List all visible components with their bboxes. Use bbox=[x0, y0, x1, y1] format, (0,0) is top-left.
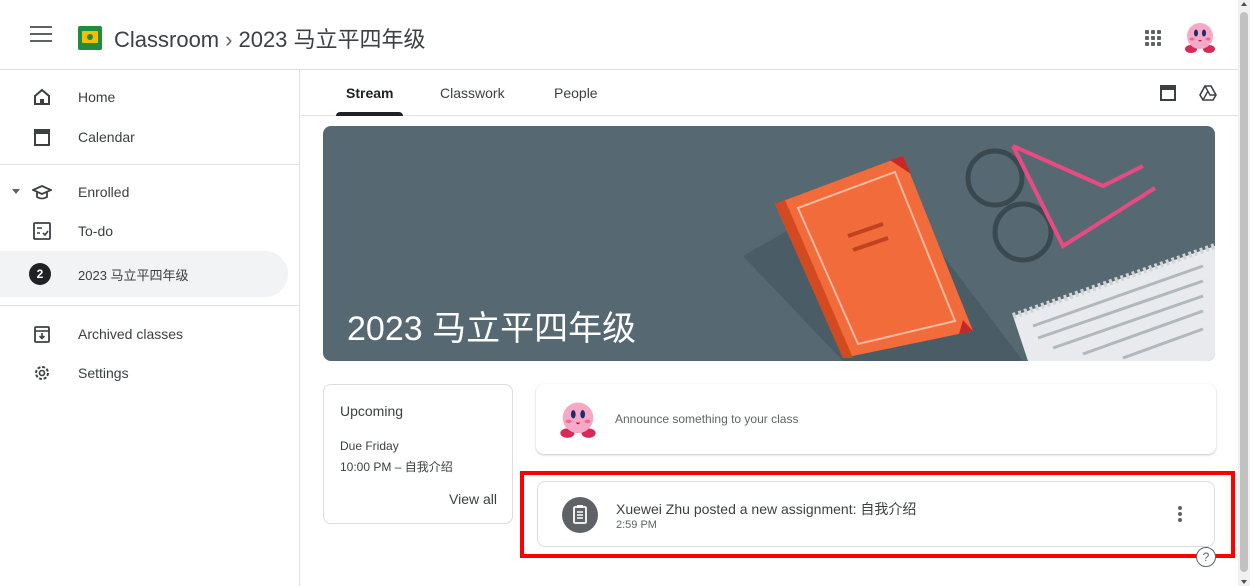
sidebar-item-label: Archived classes bbox=[78, 326, 184, 342]
sidebar-divider bbox=[0, 164, 300, 165]
sidebar-item-settings[interactable]: Settings bbox=[0, 350, 288, 396]
google-drive-icon[interactable] bbox=[1199, 84, 1217, 102]
breadcrumb-separator: › bbox=[225, 27, 233, 52]
scroll-up-icon[interactable] bbox=[1241, 2, 1247, 6]
help-icon[interactable]: ? bbox=[1196, 547, 1216, 567]
sidebar-divider bbox=[0, 305, 300, 306]
banner-title: 2023 马立平四年级 bbox=[347, 310, 637, 348]
breadcrumb: Classroom › 2023 马立平四年级 bbox=[114, 22, 426, 54]
sidebar-item-label: To-do bbox=[78, 223, 114, 239]
sidebar-item-class[interactable]: 2 2023 马立平四年级 bbox=[0, 251, 288, 297]
sidebar-item-calendar[interactable]: Calendar bbox=[0, 114, 288, 160]
upcoming-assignment-link[interactable]: 10:00 PM – 自我介绍 bbox=[340, 458, 453, 475]
class-tabs: Stream Classwork People bbox=[301, 70, 1238, 116]
top-app-bar: Classroom › 2023 马立平四年级 bbox=[0, 0, 1238, 70]
gear-icon bbox=[35, 366, 49, 380]
tab-stream[interactable]: Stream bbox=[335, 70, 405, 116]
view-all-button[interactable]: View all bbox=[449, 491, 497, 507]
upcoming-heading: Upcoming bbox=[340, 403, 404, 419]
scrollbar-thumb[interactable] bbox=[1240, 12, 1248, 572]
sidebar-item-label: 2023 马立平四年级 bbox=[78, 267, 189, 283]
graduation-cap-icon bbox=[32, 185, 52, 200]
upcoming-due-date: Due Friday bbox=[340, 439, 399, 453]
sidebar-item-label: Enrolled bbox=[78, 184, 130, 200]
google-apps-icon[interactable] bbox=[1145, 30, 1161, 46]
todo-icon bbox=[33, 222, 51, 240]
announce-box[interactable]: Announce something to your class bbox=[536, 384, 1216, 454]
home-icon bbox=[34, 88, 50, 105]
class-banner: 2023 马立平四年级 bbox=[323, 126, 1215, 361]
breadcrumb-app[interactable]: Classroom bbox=[114, 27, 219, 52]
sidebar: Home Calendar Enrolled To-do 2 2023 马立平四… bbox=[0, 70, 300, 586]
announce-placeholder: Announce something to your class bbox=[615, 412, 799, 426]
calendar-icon bbox=[34, 129, 50, 146]
calendar-icon[interactable] bbox=[1159, 84, 1177, 102]
scroll-down-icon[interactable] bbox=[1241, 580, 1247, 584]
tab-people[interactable]: People bbox=[554, 70, 598, 116]
sidebar-item-todo[interactable]: To-do bbox=[0, 208, 288, 254]
class-avatar-badge: 2 bbox=[29, 263, 51, 285]
expand-caret-icon[interactable] bbox=[12, 189, 20, 194]
sidebar-item-label: Home bbox=[78, 89, 116, 105]
upcoming-card: Upcoming Due Friday 10:00 PM – 自我介绍 View… bbox=[323, 384, 513, 524]
tab-classwork[interactable]: Classwork bbox=[440, 70, 505, 116]
breadcrumb-class[interactable]: 2023 马立平四年级 bbox=[238, 27, 425, 52]
archive-icon bbox=[34, 326, 50, 343]
sidebar-item-label: Settings bbox=[78, 365, 129, 381]
classroom-logo-icon[interactable] bbox=[78, 26, 102, 50]
user-avatar bbox=[558, 399, 598, 439]
page-scrollbar[interactable] bbox=[1238, 0, 1250, 586]
highlight-box bbox=[520, 471, 1235, 558]
sidebar-item-label: Calendar bbox=[78, 129, 135, 145]
account-avatar[interactable] bbox=[1183, 20, 1217, 54]
main-menu-icon[interactable] bbox=[30, 26, 52, 46]
